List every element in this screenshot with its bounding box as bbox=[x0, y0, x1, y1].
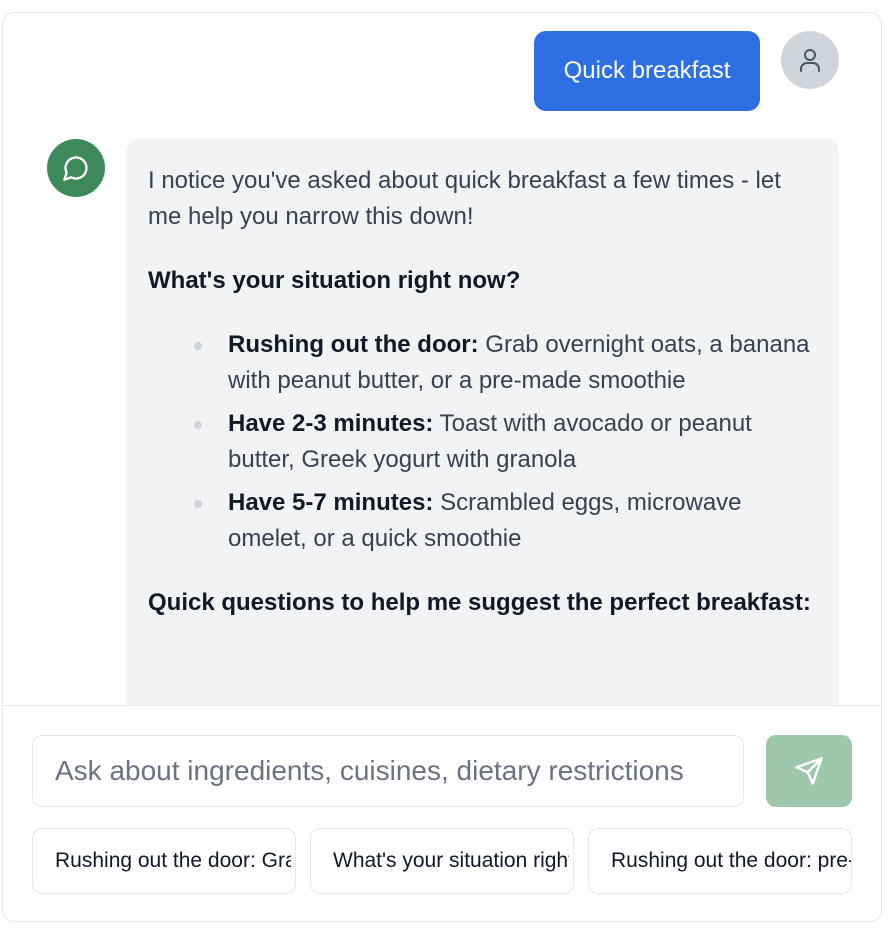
list-item: Rushing out the door: Grab overnight oat… bbox=[194, 327, 817, 399]
suggestion-chip[interactable]: Rushing out the door: Grab overnight oat… bbox=[32, 828, 296, 894]
suggestion-chip-label: What's your situation right now? bbox=[333, 849, 569, 872]
user-icon bbox=[800, 49, 820, 72]
chat-panel: Quick breakfast I notice you've asked ab… bbox=[2, 12, 882, 922]
message-list[interactable]: Quick breakfast I notice you've asked ab… bbox=[3, 13, 881, 705]
suggestion-chip-label: Rushing out the door: Grab overnight oat… bbox=[55, 849, 291, 872]
assistant-intro-text: I notice you've asked about quick breakf… bbox=[148, 167, 781, 230]
send-icon bbox=[795, 757, 823, 785]
user-message-bubble: Quick breakfast bbox=[534, 31, 760, 111]
assistant-message-bubble: I notice you've asked about quick breakf… bbox=[126, 139, 839, 705]
composer: Rushing out the door: Grab overnight oat… bbox=[3, 705, 881, 921]
chat-bubble-icon bbox=[63, 156, 88, 181]
user-message-text: Quick breakfast bbox=[563, 57, 731, 84]
suggestion-chip[interactable]: What's your situation right now? bbox=[310, 828, 574, 894]
list-item: Have 2-3 minutes: Toast with avocado or … bbox=[194, 406, 817, 478]
user-avatar bbox=[781, 31, 839, 89]
option-list: Rushing out the door: Grab overnight oat… bbox=[148, 327, 817, 557]
suggestion-chip[interactable]: Rushing out the door: pre-made smoothie bbox=[588, 828, 852, 894]
list-item: Have 5-7 minutes: Scrambled eggs, microw… bbox=[194, 485, 817, 557]
option-label: Have 5-7 minutes: bbox=[228, 489, 434, 516]
chat-input[interactable] bbox=[32, 735, 744, 807]
suggestion-chip-label: Rushing out the door: pre-made smoothie bbox=[611, 849, 851, 872]
option-label: Rushing out the door: bbox=[228, 331, 479, 358]
situation-heading: What's your situation right now? bbox=[148, 267, 521, 294]
send-button[interactable] bbox=[766, 735, 852, 807]
assistant-avatar bbox=[47, 139, 105, 197]
option-label: Have 2-3 minutes: bbox=[228, 410, 434, 437]
questions-heading: Quick questions to help me suggest the p… bbox=[148, 589, 811, 616]
